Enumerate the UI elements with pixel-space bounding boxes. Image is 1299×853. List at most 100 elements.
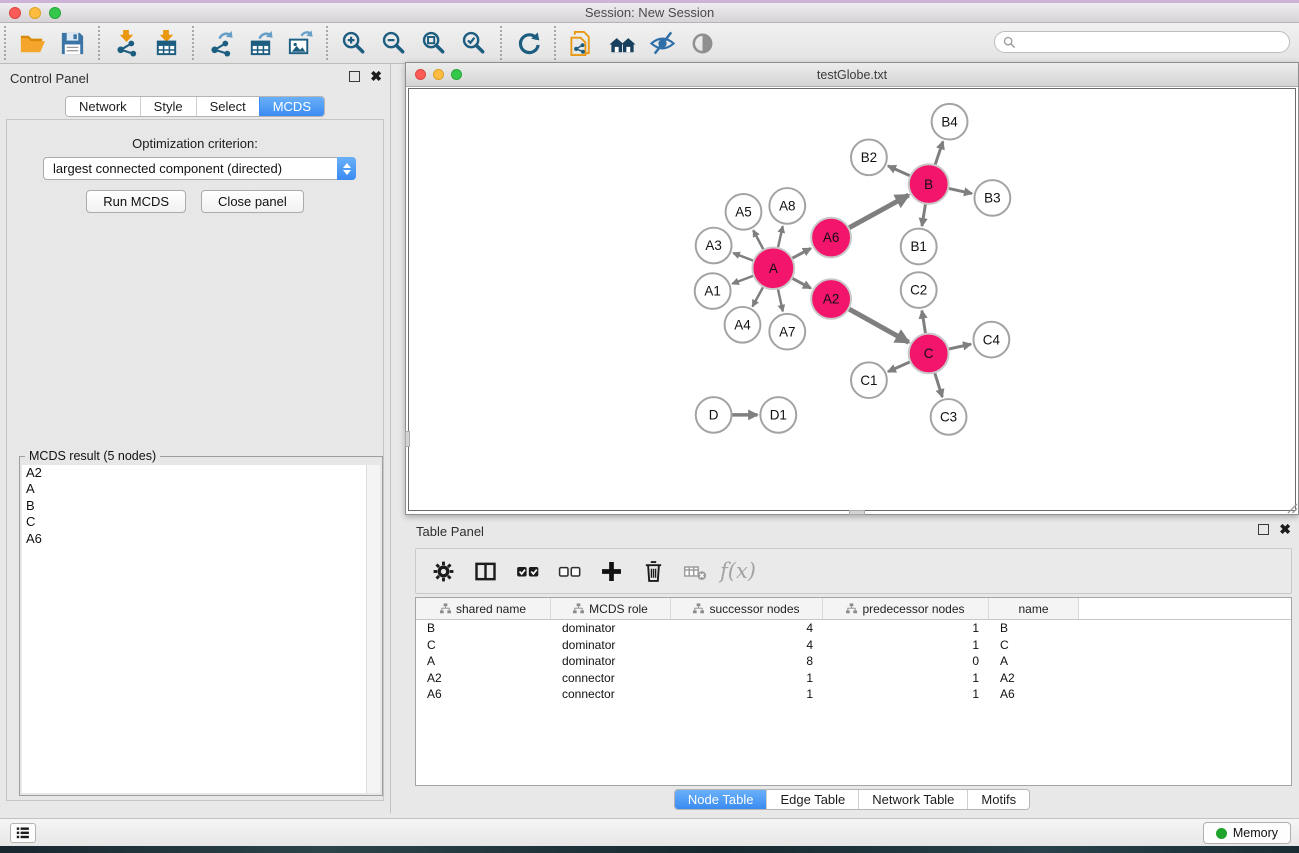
memory-button[interactable]: Memory [1203,822,1291,844]
graph-edge-A-A3[interactable] [733,253,754,261]
show-graphics-details-icon [688,29,717,58]
tab-motifs[interactable]: Motifs [967,790,1029,809]
tab-network-table[interactable]: Network Table [858,790,967,809]
delete-columns-button[interactable] [636,553,670,589]
tab-edge-table[interactable]: Edge Table [766,790,858,809]
deselect-all-button[interactable] [552,553,586,589]
tab-mcds[interactable]: MCDS [259,97,324,116]
float-panel-icon[interactable] [349,71,360,82]
network-canvas[interactable]: B4B2BB3A8A5A6B1A3AC2A1A2A4A7C4CC1C3DD1 [408,88,1296,511]
table-row[interactable]: Adominator80A [416,653,1291,670]
table-cell: 4 [671,638,823,652]
search-input[interactable] [1020,35,1281,49]
graph-edge-A-A8[interactable] [778,226,783,248]
add-column-icon [598,558,625,585]
graph-edge-C-C3[interactable] [935,372,943,397]
open-file-button[interactable] [12,26,52,60]
horizontal-splitter-handle[interactable] [849,510,865,515]
mcds-result-item[interactable]: C [22,514,366,530]
table-cell: 1 [823,687,989,701]
import-table-button[interactable] [146,26,186,60]
first-neighbors-button[interactable] [602,26,642,60]
mcds-result-item[interactable]: A6 [22,531,366,547]
zoom-in-button[interactable] [334,26,374,60]
graph-edge-C-C4[interactable] [948,344,971,349]
column-header-shared-name[interactable]: shared name [416,598,551,619]
graph-edge-A-A6[interactable] [792,248,811,258]
graph-edge-C-C2[interactable] [922,311,926,334]
result-list-scrollbar[interactable] [367,465,380,793]
tab-style[interactable]: Style [140,97,196,116]
graph-edge-A-A1[interactable] [732,276,754,284]
graph-edge-C-C1[interactable] [888,362,911,372]
export-network-button[interactable] [200,26,240,60]
graph-edge-A2-C[interactable] [848,309,908,343]
zoom-fit-button[interactable] [414,26,454,60]
new-network-from-selection-button[interactable] [562,26,602,60]
toolbar-group [500,26,554,60]
toolbar-group [326,26,500,60]
mcds-result-item[interactable]: A2 [22,465,366,481]
search-box[interactable] [994,31,1290,53]
window-minimize-button[interactable] [29,7,41,19]
zoom-out-button[interactable] [374,26,414,60]
zoom-selected-button[interactable] [454,26,494,60]
table-row[interactable]: Cdominator41C [416,637,1291,654]
delete-table-button[interactable] [678,553,712,589]
export-image-button[interactable] [280,26,320,60]
close-panel-button[interactable]: Close panel [201,190,304,213]
graph-edge-B-B3[interactable] [948,188,972,193]
new-network-from-selection-icon [568,29,597,58]
mcds-result-item[interactable]: A [22,481,366,497]
graph-edge-B-B1[interactable] [922,204,926,226]
window-resize-grip-icon[interactable] [1285,501,1298,514]
function-builder-button[interactable]: f(x) [720,553,756,589]
show-columns-button[interactable] [468,553,502,589]
tab-network[interactable]: Network [66,97,140,116]
add-column-button[interactable] [594,553,628,589]
hide-graphics-details-button[interactable] [642,26,682,60]
import-network-button[interactable] [106,26,146,60]
graph-edge-A-A5[interactable] [753,230,763,250]
window-zoom-button[interactable] [49,7,61,19]
column-header-name[interactable]: name [989,598,1079,619]
refresh-layout-button[interactable] [508,26,548,60]
float-table-panel-icon[interactable] [1258,524,1269,535]
tab-node-table[interactable]: Node Table [675,790,767,809]
mcds-result-item[interactable]: B [22,498,366,514]
column-header-predecessor-nodes[interactable]: predecessor nodes [823,598,989,619]
table-mode-button[interactable] [426,553,460,589]
graph-edge-A-A4[interactable] [752,287,763,307]
graph-edge-A-A7[interactable] [778,289,783,312]
table-cell: connector [551,671,671,685]
tab-select[interactable]: Select [196,97,259,116]
close-panel-icon[interactable]: ✖ [370,71,382,82]
column-header-successor-nodes[interactable]: successor nodes [671,598,823,619]
window-close-button[interactable] [9,7,21,19]
column-header-MCDS-role[interactable]: MCDS role [551,598,671,619]
criterion-select[interactable]: largest connected component (directed) [43,157,356,180]
table-cell: 1 [671,671,823,685]
table-row[interactable]: Bdominator41B [416,620,1291,637]
table-cell: 8 [671,654,823,668]
close-table-panel-icon[interactable]: ✖ [1279,524,1291,535]
network-close-button[interactable] [415,69,426,80]
select-all-button[interactable] [510,553,544,589]
graph-edge-B-B2[interactable] [888,166,911,176]
save-session-button[interactable] [52,26,92,60]
mcds-result-title: MCDS result (5 nodes) [25,449,160,463]
network-minimize-button[interactable] [433,69,444,80]
vertical-splitter-handle[interactable] [405,431,410,447]
show-panels-button[interactable] [10,823,36,843]
graph-edge-A-A2[interactable] [792,278,811,288]
graph-node-label: A7 [779,324,795,339]
graph-edge-A6-B[interactable] [849,195,909,228]
export-table-button[interactable] [240,26,280,60]
network-zoom-button[interactable] [451,69,462,80]
mcds-result-groupbox: MCDS result (5 nodes) A2ABCA6 [19,456,383,796]
graph-edge-B-B4[interactable] [935,141,943,165]
table-row[interactable]: A6connector11A6 [416,686,1291,703]
table-row[interactable]: A2connector11A2 [416,670,1291,687]
show-graphics-details-button[interactable] [682,26,722,60]
run-mcds-button[interactable]: Run MCDS [86,190,186,213]
